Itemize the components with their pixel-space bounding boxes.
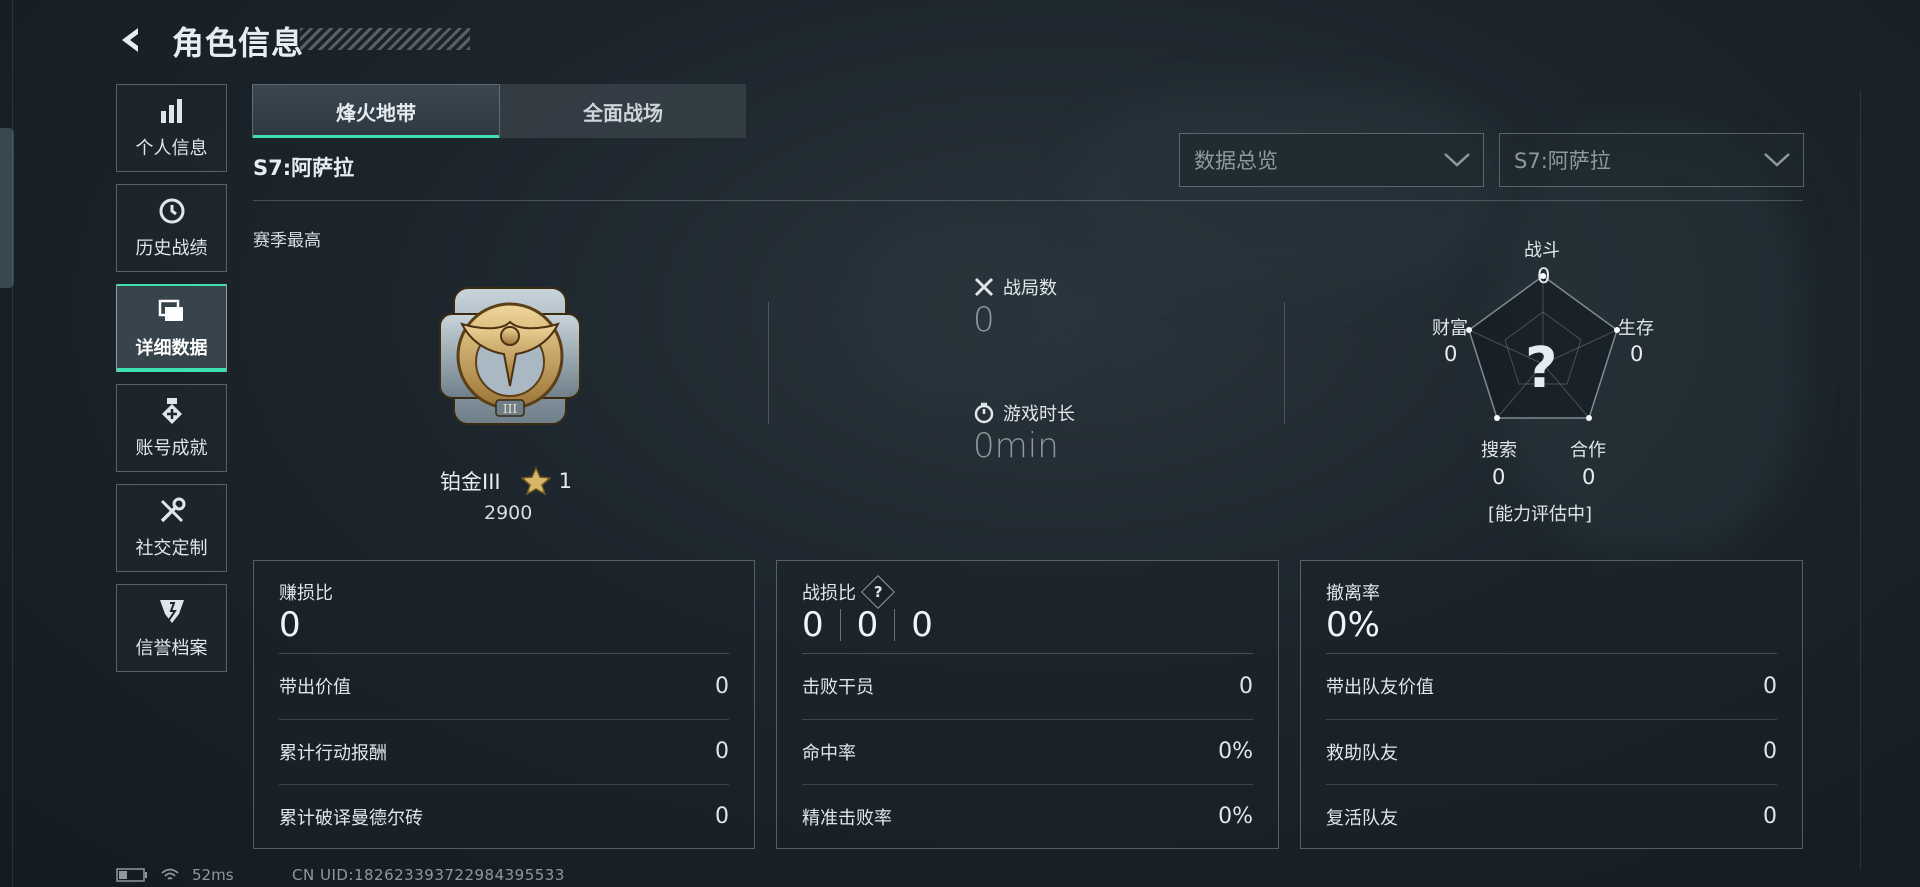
title-decoration: [300, 28, 470, 50]
sidebar-item-label: 详细数据: [135, 338, 208, 359]
season-title: S7:阿萨拉: [253, 156, 355, 180]
season-select-value: S7:阿萨拉: [1514, 149, 1611, 173]
radar-survival-value: 0: [1630, 342, 1644, 366]
radar-wealth-label: 财富: [1432, 318, 1468, 339]
extract-panel: 撤离率 0% 带出队友价值 0 救助队友 0 复活队友 0: [1300, 560, 1803, 849]
radar-search-label: 搜索: [1481, 440, 1517, 461]
rank-emblem: III: [432, 274, 588, 444]
medal-icon: [157, 396, 187, 426]
battery-icon: [116, 868, 147, 882]
header-divider: [253, 200, 1803, 201]
combat-title: 战损比 ?: [802, 575, 895, 609]
stopwatch-icon: [974, 402, 994, 424]
folder-stack-icon: [157, 296, 187, 326]
playtime-label: 游戏时长: [973, 400, 1075, 426]
sidebar-item-reputation[interactable]: 信誉档案: [116, 584, 227, 672]
back-arrow-icon: [122, 28, 138, 52]
playtime-value: 0min: [973, 426, 1059, 466]
radar-combat-label: 战斗: [1524, 240, 1560, 261]
sidebar-item-history[interactable]: 历史战绩: [116, 184, 227, 272]
profit-panel: 赚损比 0 带出价值 0 累计行动报酬 0 累计破译曼德尔砖 0: [253, 560, 755, 849]
sidebar-item-label: 社交定制: [135, 538, 208, 559]
user-uid: CN UID:1826233937229843955​33: [292, 866, 565, 884]
rank-name: 铂金III: [440, 470, 501, 494]
stat-row: 累计行动报酬 0: [279, 719, 729, 783]
tab-full-battlefield[interactable]: 全面战场: [500, 84, 746, 138]
rank-info: 铂金III 1: [440, 466, 572, 496]
tab-beacon-zone[interactable]: 烽火地带: [252, 84, 500, 138]
section-divider: [1284, 302, 1285, 424]
radar-status: [能力评估中]: [1488, 504, 1593, 525]
background-shape: [860, 220, 1080, 400]
season-best-label: 赛季最高: [253, 231, 321, 251]
sidebar-item-personal-info[interactable]: 个人信息: [116, 84, 227, 172]
view-select[interactable]: 数据总览: [1179, 133, 1484, 187]
value-separator: [839, 609, 841, 641]
back-button[interactable]: [112, 20, 152, 60]
radar-search-value: 0: [1492, 465, 1506, 489]
shield-emblem-icon: [157, 596, 187, 626]
star-icon: [520, 466, 551, 496]
sidebar-item-label: 信誉档案: [135, 638, 208, 659]
chevron-down-icon: [1764, 153, 1790, 167]
stat-row: 带出价值 0: [279, 673, 729, 699]
profit-value: 0: [279, 605, 301, 645]
chevron-down-icon: [1444, 153, 1470, 167]
stat-row: 累计破译曼德尔砖 0: [279, 784, 729, 848]
stat-row: 带出队友价值 0: [1326, 673, 1777, 699]
tools-icon: [157, 496, 187, 526]
view-select-value: 数据总览: [1194, 149, 1278, 173]
wifi-icon: [161, 868, 179, 880]
sidebar-item-social[interactable]: 社交定制: [116, 484, 227, 572]
combat-ratio-values: 0 0 0: [802, 605, 933, 645]
radar-teamwork-value: 0: [1582, 465, 1596, 489]
matches-label: 战局数: [973, 274, 1057, 300]
status-bar: 52ms: [116, 866, 234, 884]
stat-row: 命中率 0%: [802, 719, 1253, 783]
matches-value: 0: [973, 300, 995, 340]
section-divider: [768, 302, 769, 424]
stat-row: 复活队友 0: [1326, 784, 1777, 848]
hud-line: [1860, 90, 1861, 870]
ping-value: 52ms: [192, 866, 234, 884]
page-title: 角色信息: [172, 24, 305, 62]
stat-row: 救助队友 0: [1326, 719, 1777, 783]
profit-title: 赚损比: [279, 583, 333, 604]
crossed-swords-icon: [974, 277, 994, 297]
radar-center-mark: ?: [1525, 336, 1558, 401]
help-icon[interactable]: ?: [861, 575, 895, 609]
radar-combat-value: 0: [1537, 264, 1551, 288]
sidebar-item-label: 历史战绩: [135, 238, 208, 259]
radar-wealth-value: 0: [1444, 342, 1458, 366]
sidebar-item-label: 个人信息: [135, 138, 208, 159]
bar-chart-icon: [157, 96, 187, 126]
stat-row: 击败干员 0: [802, 673, 1253, 699]
extract-value: 0%: [1326, 605, 1380, 645]
season-select[interactable]: S7:阿萨拉: [1499, 133, 1804, 187]
sidebar-item-label: 账号成就: [135, 438, 208, 459]
combat-panel: 战损比 ? 0 0 0 击败干员 0 命中率 0% 精准击败率 0%: [776, 560, 1279, 849]
sidebar-item-achievements[interactable]: 账号成就: [116, 384, 227, 472]
hud-edge: [0, 128, 14, 288]
extract-title: 撤离率: [1326, 583, 1380, 604]
svg-text:III: III: [503, 402, 517, 416]
rank-points: 2900: [484, 502, 533, 524]
stat-row: 精准击败率 0%: [802, 784, 1253, 848]
history-clock-icon: [157, 196, 187, 226]
background-shape: [1080, 90, 1500, 290]
radar-teamwork-label: 合作: [1570, 440, 1606, 461]
value-separator: [894, 609, 896, 641]
sidebar-item-detailed-data[interactable]: 详细数据: [116, 284, 227, 372]
rank-stars: 1: [558, 469, 572, 493]
radar-survival-label: 生存: [1618, 318, 1654, 339]
